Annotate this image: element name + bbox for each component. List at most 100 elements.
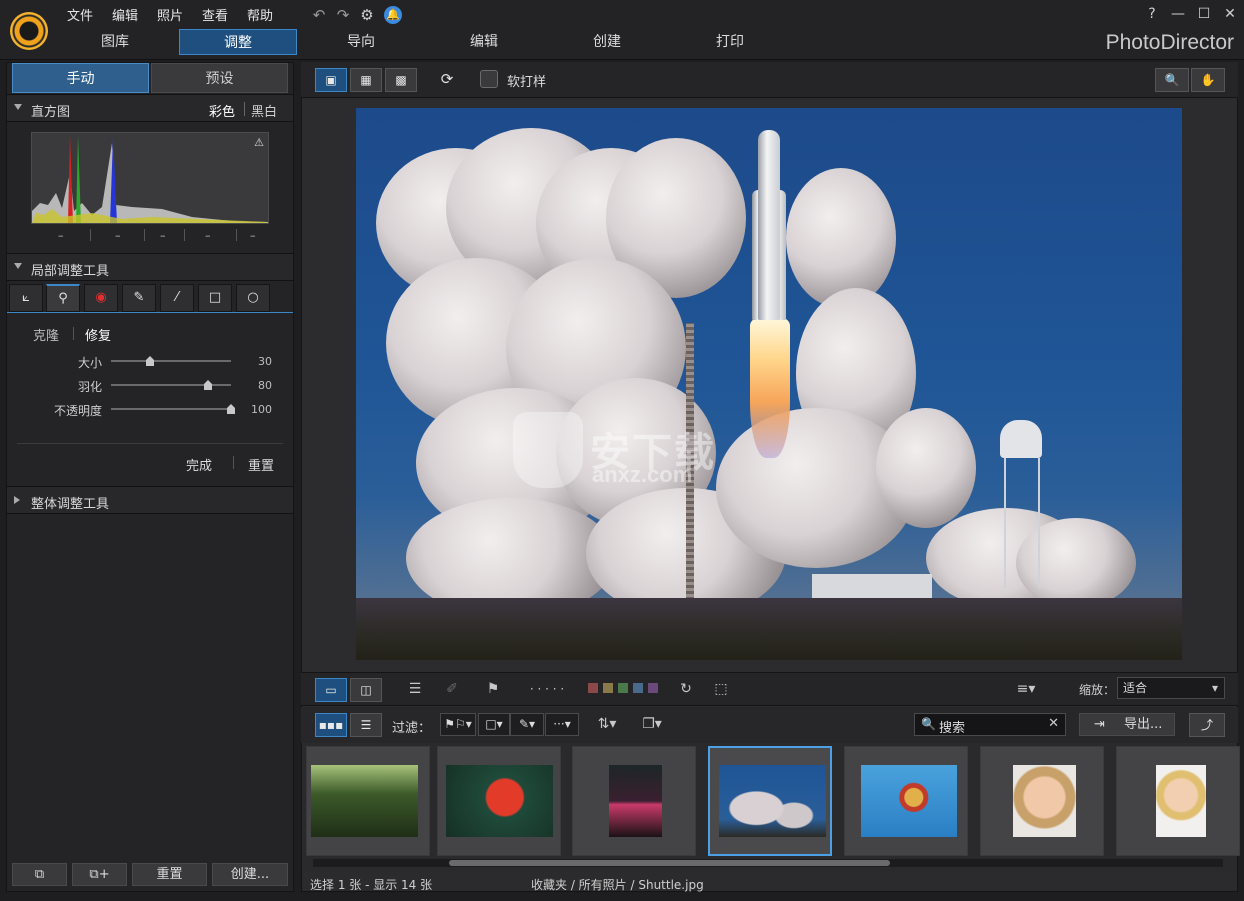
paste-settings-button[interactable]: ⧉+ (72, 863, 127, 886)
size-slider[interactable] (111, 360, 231, 362)
crop-tool-button[interactable]: ⟀ (9, 284, 43, 312)
color-label-purple[interactable] (648, 683, 658, 693)
sort-order-icon[interactable]: ⇅▾ (592, 713, 622, 735)
label-filter-dropdown[interactable]: □▾ (478, 713, 510, 736)
histogram-tick: – (115, 229, 121, 242)
rotate-icon[interactable]: ↻ (676, 678, 696, 700)
subtab-heal[interactable]: 修复 (85, 325, 111, 344)
filmstrip-scroll-thumb[interactable] (449, 860, 890, 866)
spot-removal-tool-button[interactable]: ⚲ (46, 284, 80, 312)
thumbnail-item[interactable] (980, 746, 1104, 856)
more-filter-dropdown[interactable]: ···▾ (545, 713, 579, 736)
tab-create[interactable]: 创建 (548, 29, 666, 55)
tab-library[interactable]: 图库 (56, 29, 174, 55)
notification-bell-icon[interactable]: 🔔 (384, 6, 402, 24)
rotate-view-icon[interactable]: ⟳ (435, 70, 459, 90)
main-photo[interactable] (356, 108, 1182, 660)
menu-view[interactable]: 查看 (202, 5, 228, 24)
reset-local-button[interactable]: 重置 (248, 455, 274, 474)
tab-adjustment[interactable]: 调整 (179, 29, 297, 55)
flag-icon[interactable]: ⚑ (480, 678, 506, 700)
share-button[interactable]: ⤴ (1189, 713, 1225, 737)
histogram-tick: – (250, 229, 256, 242)
thumbnail-item[interactable] (844, 746, 968, 856)
tool-tab-underline (7, 312, 293, 313)
brush-tool-button[interactable]: ✎ (122, 284, 156, 312)
clear-search-icon[interactable]: ✕ (1048, 716, 1059, 731)
search-icon: 🔍 (921, 717, 936, 731)
create-preset-button[interactable]: 创建... (212, 863, 288, 886)
list-view-button[interactable]: ☰ (350, 713, 382, 737)
circle-tool-button[interactable]: ○ (236, 284, 270, 312)
compare-copy-button[interactable]: ⧉ (12, 863, 67, 886)
histogram-header[interactable]: 直方图 彩色 黑白 (7, 94, 293, 122)
pan-tool-button[interactable]: ✋ (1191, 68, 1225, 92)
thumbnail-maple-leaf (446, 765, 553, 837)
maximize-button[interactable]: ☐ (1194, 4, 1214, 24)
gradient-mask-icon: ⁄ (175, 290, 179, 305)
grid-view-button[interactable]: ▩ (385, 68, 417, 92)
tab-print[interactable]: 打印 (671, 29, 789, 55)
color-label-yellow[interactable] (603, 683, 613, 693)
single-photo-mode-button[interactable]: ▭ (315, 678, 347, 702)
red-eye-tool-button[interactable]: ◉ (84, 284, 118, 312)
softproof-checkbox[interactable] (480, 70, 498, 88)
single-view-button[interactable]: ▣ (315, 68, 347, 92)
rating-stars[interactable]: · · · · · (518, 678, 576, 700)
thumbnail-view-button[interactable]: ▪▪▪ (315, 713, 347, 737)
histogram-bw-mode[interactable]: 黑白 (251, 101, 277, 120)
export-label: 导出... (1124, 717, 1163, 732)
thumbnail-item[interactable] (572, 746, 696, 856)
menu-help[interactable]: 帮助 (247, 5, 273, 24)
color-label-blue[interactable] (633, 683, 643, 693)
thumbnail-rocket-launch (719, 765, 826, 837)
thumbnail-item[interactable] (1116, 746, 1240, 856)
gradient-mask-tool-button[interactable]: ⁄ (160, 284, 194, 312)
clipping-warning-icon[interactable]: ⚠ (254, 136, 264, 149)
done-button[interactable]: 完成 (186, 455, 212, 474)
feather-slider[interactable] (111, 384, 231, 386)
flag-filter-dropdown[interactable]: ⚑⚐▾ (440, 713, 476, 736)
color-label-red[interactable] (588, 683, 598, 693)
zoom-dropdown[interactable]: 适合 ▾ (1117, 677, 1225, 699)
thumbnail-item-selected[interactable] (708, 746, 832, 856)
stack-icon[interactable]: ☰ (402, 678, 428, 700)
tab-presets[interactable]: 预设 (151, 63, 288, 93)
minimize-button[interactable]: — (1168, 4, 1188, 24)
search-input[interactable]: 🔍 搜索 ✕ (914, 713, 1066, 736)
reset-all-button[interactable]: 重置 (132, 863, 207, 886)
opacity-slider[interactable] (111, 408, 231, 410)
histogram-color-mode[interactable]: 彩色 (209, 101, 235, 120)
menu-file[interactable]: 文件 (67, 5, 93, 24)
export-button[interactable]: ⇥ 导出... (1079, 713, 1175, 736)
thumbnail-forest (311, 765, 418, 837)
tab-edit[interactable]: 编辑 (425, 29, 543, 55)
divider (233, 456, 234, 469)
thumbnail-item[interactable] (437, 746, 561, 856)
thumbnail-item[interactable] (306, 746, 430, 856)
tab-manual[interactable]: 手动 (12, 63, 149, 93)
zoom-tool-button[interactable]: 🔍 (1155, 68, 1189, 92)
subtab-clone[interactable]: 克隆 (33, 325, 59, 344)
sort-menu-icon[interactable]: ≡▾ (1012, 678, 1040, 700)
help-icon[interactable]: ? (1142, 4, 1162, 24)
local-tools-header[interactable]: 局部调整工具 (7, 253, 293, 281)
edit-filter-dropdown[interactable]: ✎▾ (510, 713, 544, 736)
redo-icon[interactable]: ↷ (334, 6, 352, 24)
compare-view-button[interactable]: ▦ (350, 68, 382, 92)
stack-group-icon[interactable]: ❐▾ (638, 713, 666, 735)
color-label-green[interactable] (618, 683, 628, 693)
menu-edit[interactable]: 编辑 (112, 5, 138, 24)
crop-preview-icon[interactable]: ⬚ (708, 678, 734, 700)
global-tools-header[interactable]: 整体调整工具 (7, 486, 293, 514)
close-button[interactable]: ✕ (1220, 4, 1240, 24)
divider (184, 229, 185, 241)
undo-icon[interactable]: ↶ (310, 6, 328, 24)
rectangle-tool-button[interactable]: □ (198, 284, 232, 312)
menu-photo[interactable]: 照片 (157, 5, 183, 24)
eraser-icon[interactable]: ✐ (440, 678, 464, 700)
tab-guided[interactable]: 导向 (302, 29, 420, 55)
compare-mode-button[interactable]: ◫ (350, 678, 382, 702)
settings-gear-icon[interactable]: ⚙ (358, 6, 376, 24)
copy-settings-icon: ⧉ (34, 867, 45, 882)
